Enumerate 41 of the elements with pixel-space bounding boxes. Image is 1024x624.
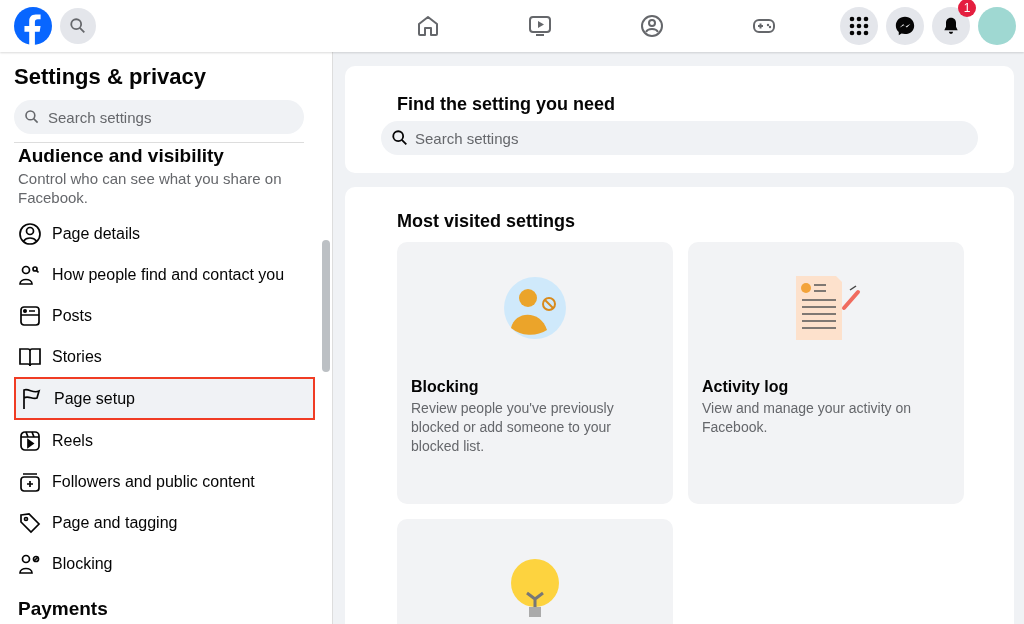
home-icon[interactable] [416,14,440,38]
section-title: Payments [18,598,109,620]
search-field[interactable]: Search settings [14,100,304,134]
reel-icon [18,428,42,453]
tag-icon [18,510,42,535]
sidebar-item[interactable]: Page and tagging [14,502,315,543]
menu-button[interactable] [840,7,878,45]
messenger-button[interactable] [886,7,924,45]
facebook-logo-icon[interactable] [14,7,52,45]
section-title: Audience and visibility [18,145,225,167]
card-description: Review people you've previously blocked or add someone to your blocked list. [411,399,615,456]
sidebar-item[interactable]: Blocking [14,543,315,584]
sidebar-item[interactable]: Page details [14,213,315,254]
setting-card[interactable]: Activity log View and manage your activity on Facebook. [688,242,964,504]
sidebar-item[interactable]: Reels [14,420,315,461]
search-icon [391,129,409,147]
video-icon[interactable] [528,14,552,38]
sidebar-item[interactable]: Stories [14,336,315,377]
search-icon [69,17,87,35]
card-title: Blocking [411,378,480,396]
sidebar-item[interactable]: Page setup [14,377,315,420]
sidebar-item[interactable]: How people find and contact you [14,254,315,295]
card-title: Activity log [702,378,790,396]
notification-count: 1 [958,0,976,17]
search-field[interactable]: Search settings [381,121,978,155]
sidebar-item[interactable]: Posts [14,295,315,336]
sidebar-item[interactable]: Followers and public content [14,461,315,502]
search-icon [24,109,40,125]
grid-icon [849,16,869,36]
messenger-icon [894,15,916,37]
section-description: Control who can see what you share on Facebook. [18,169,283,207]
panel-title: Most visited settings [397,211,577,232]
card-title: Find the setting you need [397,94,616,115]
search-button[interactable] [60,8,96,44]
sidebar-title: Settings & privacy [14,64,207,90]
person-icon [18,221,42,246]
scrollbar-thumb[interactable] [322,240,330,372]
setting-card[interactable]: Blocking Review people you've previously blocked or add someone to your blocked list. [397,242,673,504]
post-icon [18,303,42,328]
groups-icon[interactable] [640,14,664,38]
card-description: View and manage your activity on Facebook. [702,399,913,437]
